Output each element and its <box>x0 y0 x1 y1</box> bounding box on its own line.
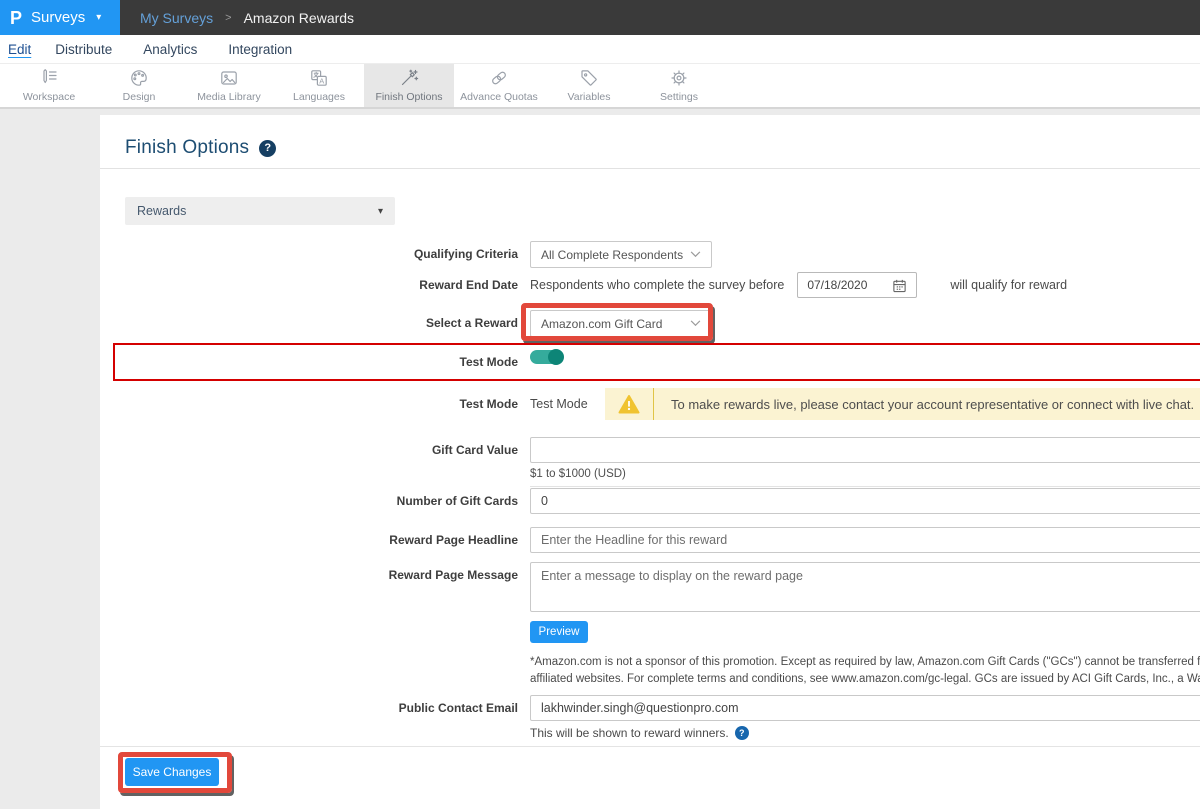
number-of-gift-cards-label: Number of Gift Cards <box>228 488 518 514</box>
toolbar-tab-media-library[interactable]: Media Library <box>184 64 274 107</box>
help-icon[interactable]: ? <box>259 140 276 157</box>
test-mode-warning-banner: To make rewards live, please contact you… <box>605 388 1200 420</box>
save-changes-button[interactable]: Save Changes <box>125 758 219 786</box>
questionpro-logo: P <box>10 9 22 27</box>
select-reward-label: Select a Reward <box>228 310 518 337</box>
reward-end-date-value: 07/18/2020 <box>807 278 867 292</box>
divider <box>100 168 1200 169</box>
toolbar-tab-label: Media Library <box>197 91 261 103</box>
preview-button[interactable]: Preview <box>530 621 588 643</box>
nav-tab-edit[interactable]: Edit <box>8 42 31 57</box>
disclaimer-line: affiliated websites. For complete terms … <box>530 671 1200 688</box>
toolbar-tab-workspace[interactable]: Workspace <box>4 64 94 107</box>
toolbar-tab-variables[interactable]: Variables <box>544 64 634 107</box>
palette-icon <box>129 68 149 88</box>
svg-text:A: A <box>319 76 324 85</box>
top-bar: P Surveys ▾ My Surveys > Amazon Rewards <box>0 0 1200 35</box>
chevron-down-icon <box>690 320 701 327</box>
finish-options-panel: Finish Options ? Rewards ▾ Qualifying Cr… <box>100 115 1200 809</box>
breadcrumb: My Surveys > Amazon Rewards <box>140 0 354 35</box>
rewards-section-dropdown[interactable]: Rewards ▾ <box>125 197 395 225</box>
image-icon <box>219 68 239 88</box>
gear-icon <box>669 68 689 88</box>
edit-toolbar: Workspace Design Media Library A Languag… <box>0 63 1200 109</box>
qualifying-criteria-select[interactable]: All Complete Respondents <box>530 241 712 268</box>
qualifying-criteria-label: Qualifying Criteria <box>228 241 518 268</box>
disclaimer-line: *Amazon.com is not a sponsor of this pro… <box>530 654 1200 671</box>
toolbar-tab-finish-options[interactable]: Finish Options <box>364 64 454 107</box>
reward-end-date-prefix: Respondents who complete the survey befo… <box>530 278 784 292</box>
gift-card-value-label: Gift Card Value <box>228 437 518 463</box>
rewards-section-dropdown-value: Rewards <box>137 204 186 218</box>
breadcrumb-survey-name: Amazon Rewards <box>244 10 355 26</box>
reward-page-headline-input[interactable] <box>530 527 1200 553</box>
gift-card-value-hint: $1 to $1000 (USD) <box>530 468 1200 487</box>
select-reward-value: Amazon.com Gift Card <box>541 317 662 331</box>
reward-page-headline-label: Reward Page Headline <box>228 527 518 553</box>
reward-page-message-label: Reward Page Message <box>228 562 518 588</box>
public-contact-email-input[interactable] <box>530 695 1200 721</box>
select-reward-select[interactable]: Amazon.com Gift Card <box>530 310 712 337</box>
toolbar-tab-label: Finish Options <box>375 91 442 103</box>
chevron-down-icon: ▾ <box>378 206 383 217</box>
main-nav: Edit Distribute Analytics Integration <box>0 35 1200 63</box>
reward-end-date-suffix: will qualify for reward <box>950 278 1067 292</box>
chevron-down-icon <box>690 251 701 258</box>
chevron-down-icon: ▾ <box>96 12 101 23</box>
test-mode-toggle-label: Test Mode <box>228 343 518 381</box>
nav-tab-distribute[interactable]: Distribute <box>55 42 112 57</box>
chain-links-icon <box>489 68 509 88</box>
qualifying-criteria-value: All Complete Respondents <box>541 248 683 262</box>
nav-tab-analytics[interactable]: Analytics <box>143 42 197 57</box>
page-title: Finish Options <box>125 137 249 159</box>
warning-message: To make rewards live, please contact you… <box>654 397 1194 412</box>
help-icon[interactable]: ? <box>735 726 749 740</box>
number-of-gift-cards-input[interactable] <box>530 488 1200 514</box>
toolbar-tab-label: Workspace <box>23 91 75 103</box>
toolbar-tab-label: Variables <box>568 91 611 103</box>
toolbar-tab-languages[interactable]: A Languages <box>274 64 364 107</box>
translate-icon: A <box>309 68 329 88</box>
toolbar-tab-label: Settings <box>660 91 698 103</box>
product-name: Surveys <box>31 9 85 26</box>
toolbar-tab-label: Design <box>123 91 156 103</box>
surveys-product-menu[interactable]: P Surveys ▾ <box>0 0 120 35</box>
amazon-disclaimer: *Amazon.com is not a sponsor of this pro… <box>530 654 1200 688</box>
reward-page-message-input[interactable] <box>530 562 1200 612</box>
toggle-knob <box>548 349 564 365</box>
public-contact-email-hint: This will be shown to reward winners. <box>530 726 729 740</box>
toolbar-tab-design[interactable]: Design <box>94 64 184 107</box>
public-contact-email-label: Public Contact Email <box>228 695 518 721</box>
calendar-icon <box>892 278 907 293</box>
toolbar-tab-advance-quotas[interactable]: Advance Quotas <box>454 64 544 107</box>
reward-end-date-label: Reward End Date <box>228 272 518 298</box>
test-mode-toggle[interactable] <box>530 350 562 364</box>
warning-triangle-icon <box>605 394 653 414</box>
divider <box>100 746 1200 747</box>
breadcrumb-separator: > <box>225 12 231 24</box>
test-mode-status-value: Test Mode <box>530 388 588 420</box>
magic-wand-icon <box>399 68 419 88</box>
toolbar-tab-label: Languages <box>293 91 345 103</box>
toolbar-tab-label: Advance Quotas <box>460 91 538 103</box>
tag-icon <box>579 68 599 88</box>
breadcrumb-my-surveys[interactable]: My Surveys <box>140 10 213 26</box>
toolbar-tab-settings[interactable]: Settings <box>634 64 724 107</box>
reward-end-date-input[interactable]: 07/18/2020 <box>797 272 917 298</box>
nav-tab-integration[interactable]: Integration <box>228 42 292 57</box>
test-mode-status-label: Test Mode <box>228 388 518 420</box>
pen-and-list-icon <box>39 68 59 88</box>
gift-card-value-input[interactable] <box>530 437 1200 463</box>
